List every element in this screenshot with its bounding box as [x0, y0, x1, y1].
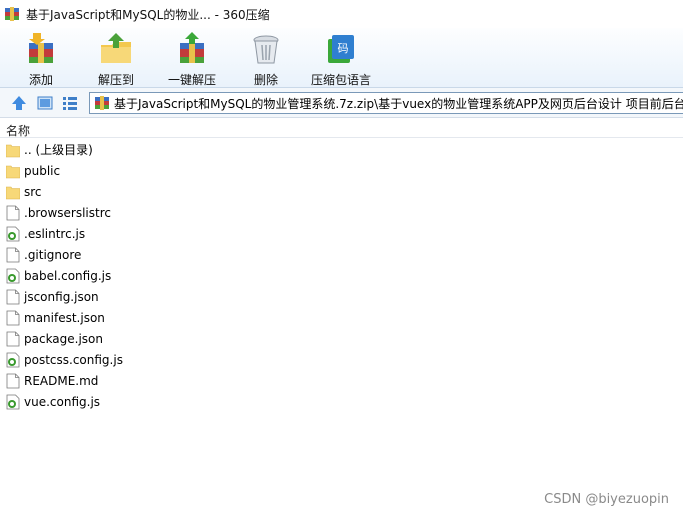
- file-row[interactable]: .eslintrc.js: [0, 223, 683, 244]
- archive-language-button[interactable]: 码 压缩包语言: [308, 28, 374, 88]
- name-column-label: 名称: [6, 124, 31, 138]
- file-row[interactable]: src: [0, 181, 683, 202]
- file-name: .browserslistrc: [24, 205, 111, 220]
- add-archive-icon: [29, 33, 53, 63]
- file-name: babel.config.js: [24, 268, 112, 283]
- file-name: .gitignore: [24, 247, 82, 262]
- file-row[interactable]: .gitignore: [0, 244, 683, 265]
- folder-icon: [6, 186, 20, 199]
- file-row[interactable]: manifest.json: [0, 307, 683, 328]
- folder-icon: [6, 165, 20, 178]
- file-name: src: [24, 184, 42, 199]
- file-row[interactable]: vue.config.js: [0, 391, 683, 412]
- name-column-header[interactable]: 名称: [0, 119, 683, 138]
- thumbnail-view-icon[interactable]: [36, 94, 54, 112]
- file-name: manifest.json: [24, 310, 105, 325]
- one-click-extract-icon: [180, 32, 204, 63]
- js-file-icon: [6, 394, 20, 409]
- file-row[interactable]: package.json: [0, 328, 683, 349]
- path-text: 基于JavaScript和MySQL的物业管理系统.7z.zip\基于vuex的…: [114, 96, 683, 111]
- file-row[interactable]: jsconfig.json: [0, 286, 683, 307]
- file-name: jsconfig.json: [24, 289, 99, 304]
- file-row[interactable]: README.md: [0, 370, 683, 391]
- file-icon: [6, 310, 20, 325]
- delete-icon: [253, 35, 279, 64]
- js-file-icon: [6, 226, 20, 241]
- file-name: public: [24, 163, 61, 178]
- one-click-extract-button[interactable]: 一键解压: [166, 28, 218, 88]
- file-row[interactable]: .. (上级目录): [0, 139, 683, 160]
- file-icon: [6, 247, 20, 262]
- file-name: postcss.config.js: [24, 352, 123, 367]
- up-arrow-icon[interactable]: [10, 94, 28, 112]
- file-name: package.json: [24, 331, 104, 346]
- folder-icon: [6, 144, 20, 157]
- js-file-icon: [6, 352, 20, 367]
- window-title: 基于JavaScript和MySQL的物业... - 360压缩: [26, 7, 270, 22]
- address-bar: 基于JavaScript和MySQL的物业管理系统.7z.zip\基于vuex的…: [0, 88, 683, 118]
- file-row[interactable]: .browserslistrc: [0, 202, 683, 223]
- list-view-icon[interactable]: [61, 94, 79, 112]
- file-icon: [6, 331, 20, 346]
- archive-language-icon: 码: [328, 35, 354, 63]
- file-name: .eslintrc.js: [24, 226, 86, 241]
- add-button[interactable]: 添加: [18, 28, 64, 88]
- file-name: README.md: [24, 373, 99, 388]
- toolbar: 添加 解压到 一键解压 删除 码 压缩包语言: [0, 28, 683, 88]
- file-icon: [6, 289, 20, 304]
- js-file-icon: [6, 268, 20, 283]
- extract-to-icon: [101, 33, 131, 63]
- svg-text:码: 码: [338, 42, 349, 55]
- archive-path-icon: [95, 96, 109, 110]
- delete-button[interactable]: 删除: [248, 28, 284, 88]
- archive-app-icon: [5, 7, 19, 21]
- file-icon: [6, 205, 20, 220]
- file-row[interactable]: babel.config.js: [0, 265, 683, 286]
- title-bar: 基于JavaScript和MySQL的物业... - 360压缩: [0, 0, 683, 28]
- file-row[interactable]: postcss.config.js: [0, 349, 683, 370]
- extract-to-button[interactable]: 解压到: [92, 28, 140, 88]
- file-row[interactable]: public: [0, 160, 683, 181]
- file-icon: [6, 373, 20, 388]
- watermark: CSDN @biyezuopin: [544, 492, 669, 507]
- file-name: .. (上级目录): [24, 143, 93, 157]
- file-name: vue.config.js: [24, 394, 101, 409]
- path-field[interactable]: 基于JavaScript和MySQL的物业管理系统.7z.zip\基于vuex的…: [89, 92, 683, 114]
